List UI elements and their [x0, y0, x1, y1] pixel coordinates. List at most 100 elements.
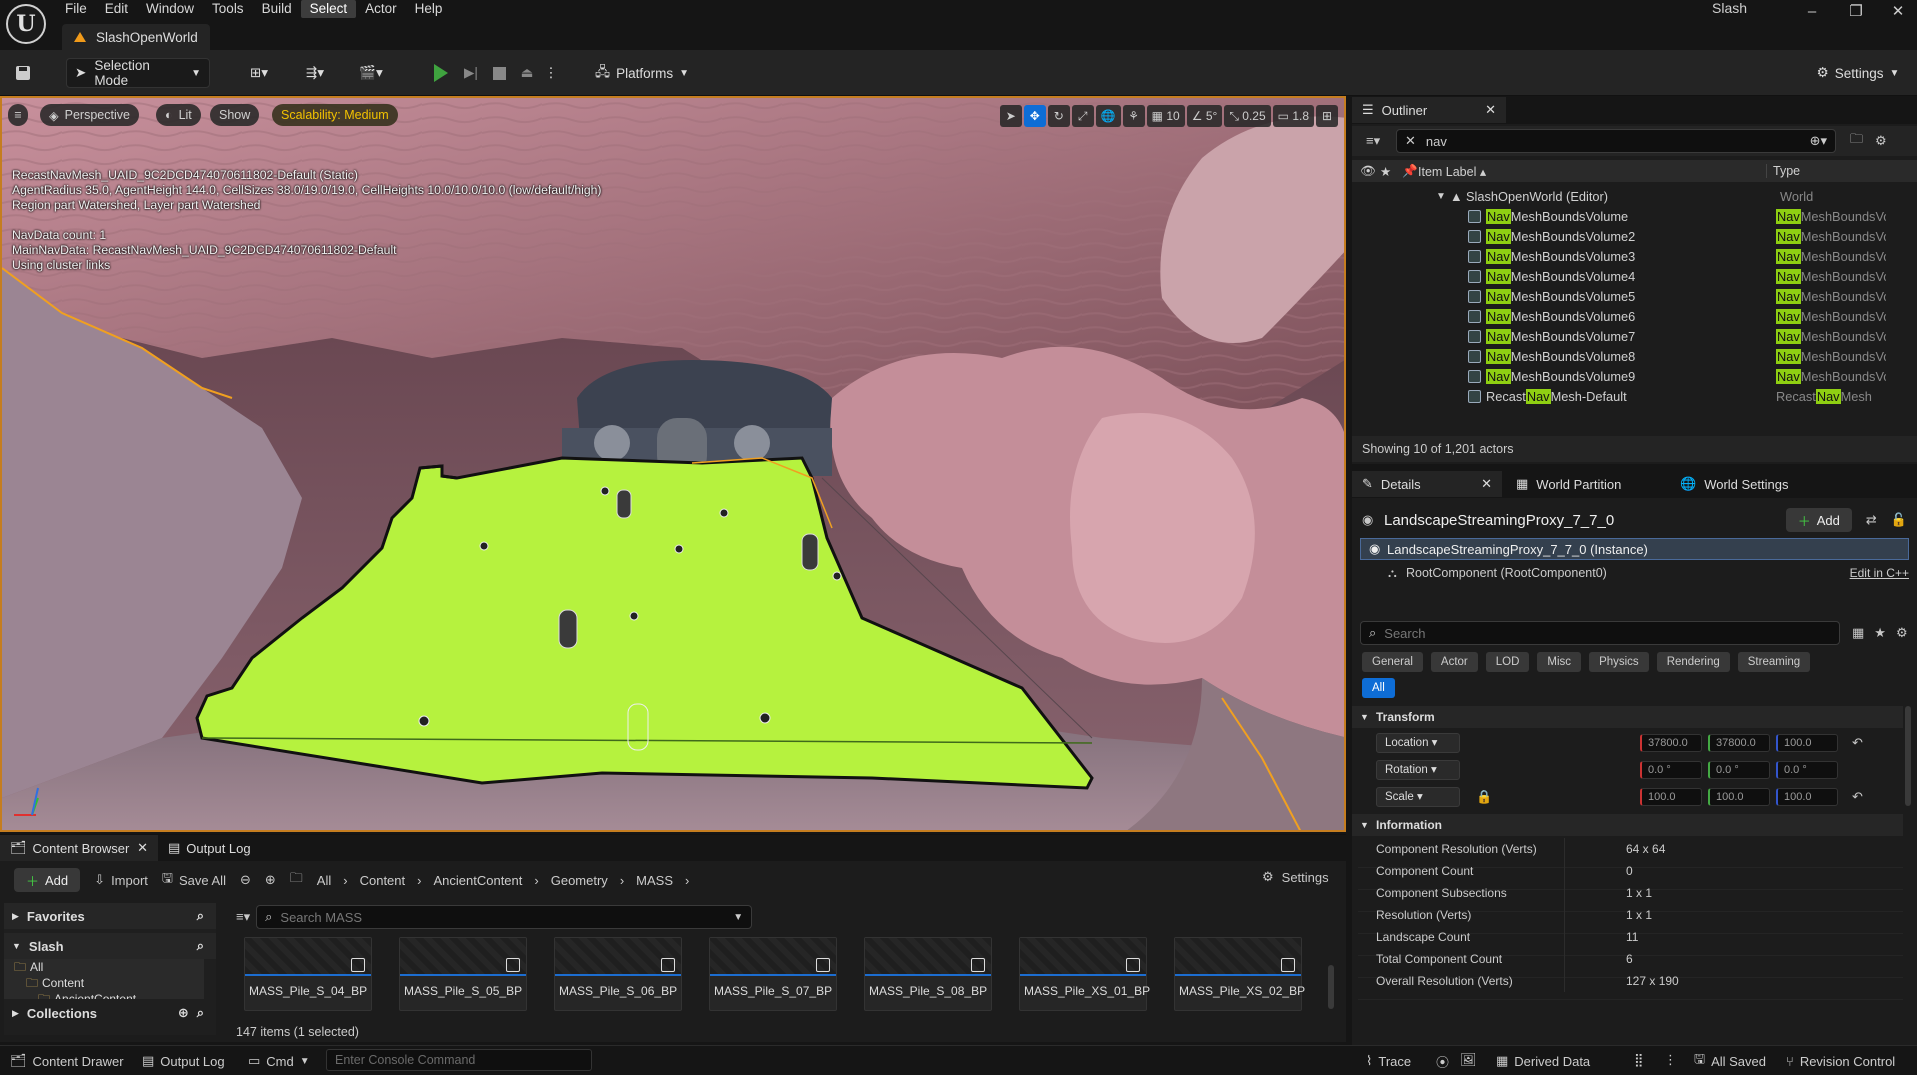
category-rendering[interactable]: Rendering: [1656, 652, 1730, 672]
information-section-header[interactable]: ▼ Information: [1352, 814, 1903, 836]
reset-icon[interactable]: ↶: [1852, 735, 1863, 751]
details-scrollbar[interactable]: [1905, 706, 1911, 806]
perspective-button[interactable]: ◈ Perspective: [40, 104, 139, 126]
scale-snap-button[interactable]: ⤡ 0.25: [1224, 105, 1271, 127]
category-misc[interactable]: Misc: [1537, 652, 1582, 672]
screenshot-icon[interactable]: 🖼: [1460, 1052, 1477, 1068]
outliner-row[interactable]: NavMeshBoundsVolume2NavMeshBoundsVolum: [1352, 226, 1917, 246]
stop-icon[interactable]: [488, 58, 510, 88]
cmd-dropdown[interactable]: ▭ Cmd ▼: [248, 1046, 310, 1075]
tab-outliner[interactable]: ☰ Outliner ✕: [1352, 97, 1506, 123]
viewport-menu-icon[interactable]: ≡: [8, 104, 28, 126]
cb-settings-button[interactable]: ⚙ Settings: [1262, 869, 1329, 885]
gear-icon[interactable]: ⚙: [1875, 133, 1887, 149]
menu-actor[interactable]: Actor: [356, 0, 406, 18]
more-options-icon[interactable]: ⋮: [544, 58, 558, 88]
menu-file[interactable]: File: [56, 0, 96, 18]
tab-content-browser[interactable]: 🗂 Content Browser ✕: [0, 835, 158, 861]
col-type[interactable]: Type: [1766, 164, 1800, 178]
tab-world-partition[interactable]: ▦ World Partition: [1506, 471, 1666, 497]
outliner-row[interactable]: NavMeshBoundsVolume4NavMeshBoundsVolum: [1352, 266, 1917, 286]
tab-output-log[interactable]: ▤ Output Log: [158, 835, 261, 861]
outliner-row[interactable]: NavMeshBoundsVolumeNavMeshBoundsVolum: [1352, 206, 1917, 226]
asset-scrollbar[interactable]: [1328, 965, 1334, 1009]
play-button[interactable]: [428, 58, 454, 88]
scale-z-field[interactable]: 100.0: [1776, 788, 1838, 806]
edit-in-cpp-link[interactable]: Edit in C++: [1850, 566, 1909, 580]
camera-speed-button[interactable]: ▭ 1.8: [1272, 105, 1314, 127]
category-general[interactable]: General: [1362, 652, 1423, 672]
add-actor-icon[interactable]: ⊞▾: [242, 58, 276, 88]
lock-scale-icon[interactable]: 🔒: [1476, 789, 1492, 804]
asset-tile[interactable]: MASS_Pile_S_07_BP: [709, 937, 837, 1011]
reset-icon[interactable]: ↶: [1852, 789, 1863, 805]
derived-data-button[interactable]: ▦ Derived Data: [1496, 1046, 1590, 1075]
menu-tools[interactable]: Tools: [203, 0, 253, 18]
tab-world-settings[interactable]: 🌐 World Settings: [1670, 471, 1798, 497]
content-drawer-button[interactable]: 🗂 Content Drawer: [10, 1046, 124, 1075]
scalability-button[interactable]: Scalability: Medium: [272, 104, 398, 126]
selection-mode-dropdown[interactable]: ➤ Selection Mode ▼: [66, 58, 210, 88]
lock-icon[interactable]: 🔓: [1891, 512, 1907, 528]
minimize-icon[interactable]: –: [1790, 0, 1834, 24]
category-physics[interactable]: Physics: [1589, 652, 1649, 672]
eject-icon[interactable]: ⏏: [514, 58, 540, 88]
location-dropdown[interactable]: Location ▾: [1376, 733, 1460, 753]
gear-icon[interactable]: ⚙: [1896, 625, 1908, 641]
outliner-row[interactable]: NavMeshBoundsVolume8NavMeshBoundsVolum: [1352, 346, 1917, 366]
save-icon[interactable]: [10, 58, 36, 88]
layout-icon[interactable]: ⊞: [1316, 105, 1338, 127]
outliner-row[interactable]: NavMeshBoundsVolume9NavMeshBoundsVolum: [1352, 366, 1917, 386]
menu-edit[interactable]: Edit: [96, 0, 137, 18]
clear-search-icon[interactable]: ✕: [1405, 133, 1416, 149]
breadcrumb-geometry[interactable]: Geometry: [551, 873, 608, 888]
asset-tile[interactable]: MASS_Pile_XS_01_BP: [1019, 937, 1150, 1011]
pin-icon[interactable]: 📌: [1402, 164, 1418, 179]
tab-details[interactable]: ✎ Details ✕: [1352, 471, 1502, 497]
root-component-row[interactable]: ⛬ RootComponent (RootComponent0) Edit in…: [1388, 562, 1909, 584]
asset-tile[interactable]: MASS_Pile_S_04_BP: [244, 937, 372, 1011]
instance-row[interactable]: ◉ LandscapeStreamingProxy_7_7_0 (Instanc…: [1360, 538, 1909, 560]
import-button[interactable]: ⇩ Import: [94, 872, 148, 888]
search-icon[interactable]: ⌕: [197, 908, 204, 924]
menu-window[interactable]: Window: [137, 0, 203, 18]
platforms-dropdown[interactable]: 🖧 Platforms ▼: [592, 58, 692, 88]
tree-item-content[interactable]: 🗀 Content: [14, 975, 204, 991]
category-lod[interactable]: LOD: [1485, 652, 1530, 672]
favorite-icon[interactable]: ★: [1380, 164, 1402, 179]
menu-select[interactable]: Select: [300, 0, 357, 18]
close-icon[interactable]: ✕: [137, 840, 148, 856]
angle-snap-button[interactable]: ∠ 5°: [1186, 105, 1223, 127]
favorites-header[interactable]: ▶ Favorites ⌕: [4, 903, 216, 929]
scale-tool-icon[interactable]: ⤢: [1071, 105, 1094, 127]
col-item-label[interactable]: Item Label ▴: [1418, 164, 1766, 179]
blueprint-icon[interactable]: ⇄: [1866, 512, 1877, 528]
show-button[interactable]: Show: [210, 104, 260, 126]
translate-tool-icon[interactable]: ✥: [1023, 105, 1046, 127]
location-x-field[interactable]: 37800.0: [1640, 734, 1702, 752]
collections-header[interactable]: ▶ Collections ⊕ ⌕: [4, 1001, 216, 1025]
outliner-row[interactable]: NavMeshBoundsVolume3NavMeshBoundsVolum: [1352, 246, 1917, 266]
favorite-icon[interactable]: ★: [1874, 625, 1886, 641]
world-space-icon[interactable]: 🌐: [1095, 105, 1121, 127]
asset-tile[interactable]: MASS_Pile_S_05_BP: [399, 937, 527, 1011]
step-icon[interactable]: ▶|: [458, 58, 484, 88]
console-command-input[interactable]: Enter Console Command: [326, 1049, 592, 1071]
visibility-icon[interactable]: 👁: [1360, 164, 1380, 179]
record-icon[interactable]: ⦿: [1436, 1052, 1449, 1071]
asset-search-input[interactable]: ⌕ Search MASS ▼: [256, 905, 753, 929]
revision-control-button[interactable]: ⑂ Revision Control: [1786, 1046, 1895, 1075]
lit-button[interactable]: ◐ Lit: [156, 104, 201, 126]
tree-item-all[interactable]: 🗀 All: [14, 959, 204, 975]
breadcrumb-mass[interactable]: MASS: [636, 873, 673, 888]
category-streaming[interactable]: Streaming: [1737, 652, 1811, 672]
asset-tile[interactable]: MASS_Pile_S_08_BP: [864, 937, 992, 1011]
trace-button[interactable]: ⌇ Trace: [1366, 1046, 1411, 1075]
expand-icon[interactable]: ▼: [1436, 191, 1450, 202]
new-folder-icon[interactable]: 🗀: [1850, 130, 1863, 152]
blueprint-icon[interactable]: ⇶▾: [296, 58, 334, 88]
transform-section-header[interactable]: ▼ Transform: [1352, 706, 1903, 728]
back-icon[interactable]: ⊖: [240, 872, 251, 888]
rotation-z-field[interactable]: 0.0 °: [1776, 761, 1838, 779]
breadcrumb-ancientcontent[interactable]: AncientContent: [433, 873, 522, 888]
